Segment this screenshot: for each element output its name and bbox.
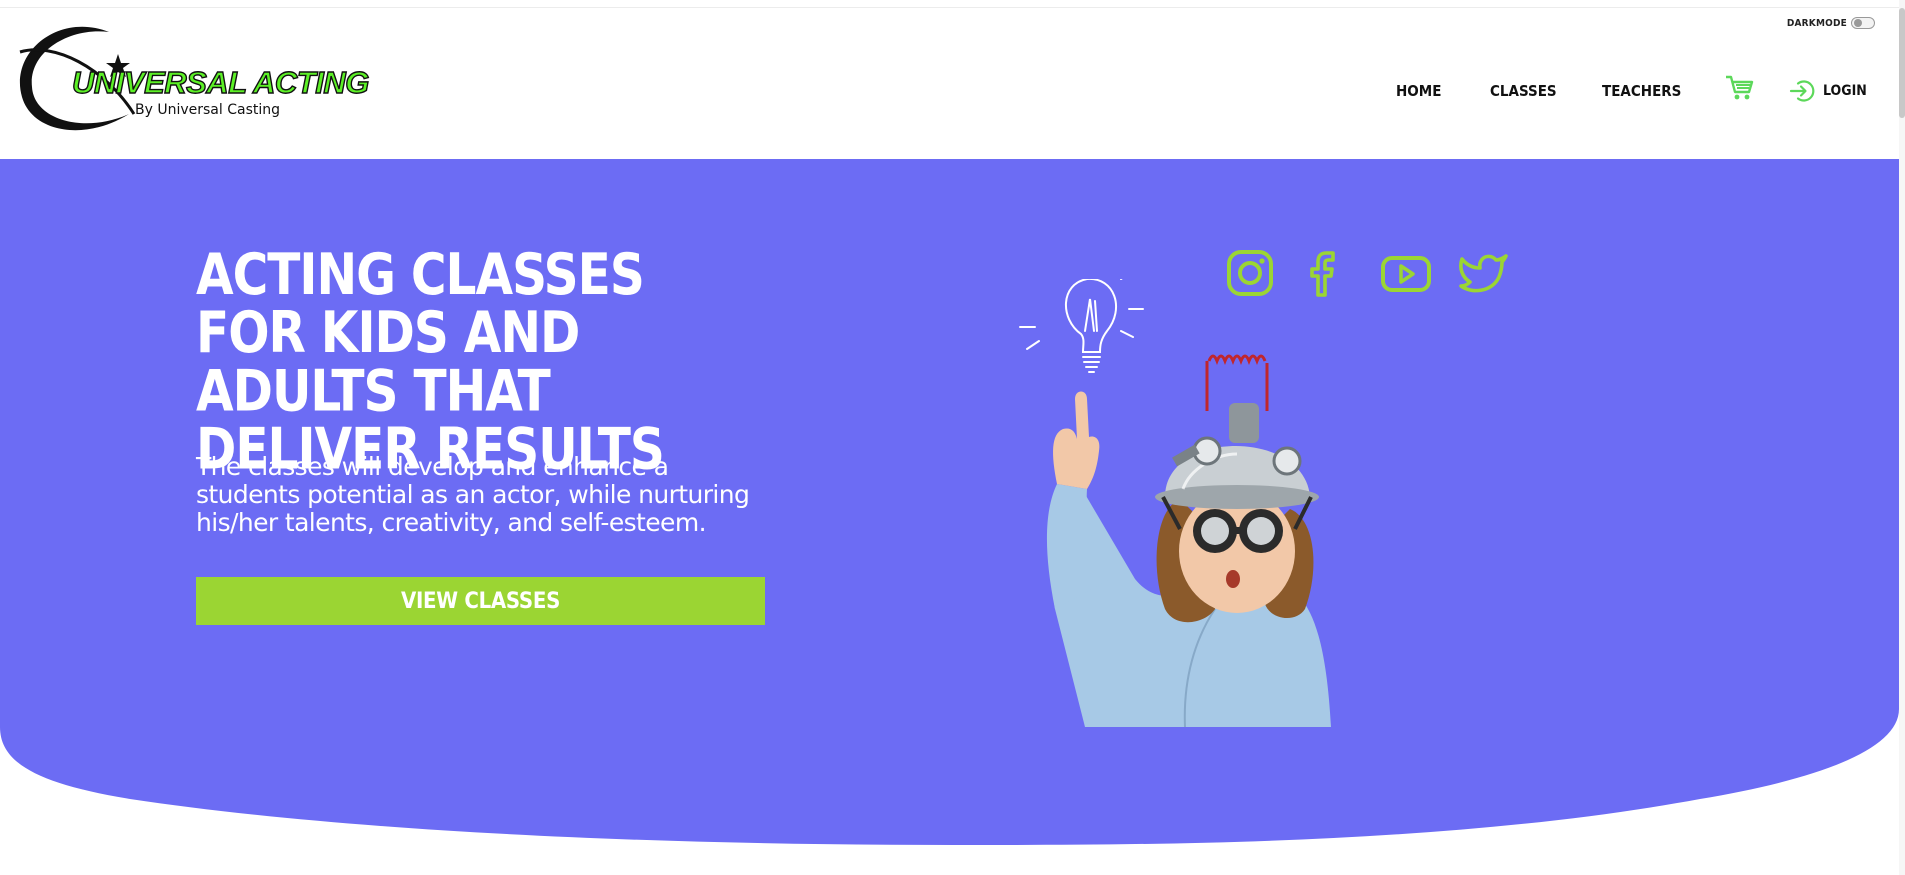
twitter-icon[interactable] <box>1458 249 1510 297</box>
scrollbar[interactable] <box>1899 0 1905 875</box>
darkmode-label: DARKMODE <box>1786 17 1847 29</box>
hero-title: ACTING CLASSES FOR KIDS AND ADULTS THAT … <box>196 240 665 483</box>
shopping-cart-icon[interactable] <box>1725 74 1755 107</box>
hero-section: ACTING CLASSES FOR KIDS AND ADULTS THAT … <box>0 159 1899 845</box>
nav-classes[interactable]: CLASSES <box>1490 82 1557 100</box>
darkmode-toggle[interactable] <box>1851 17 1875 29</box>
main-nav: HOME CLASSES TEACHERS <box>0 82 1899 104</box>
view-classes-button[interactable]: VIEW CLASSES <box>196 577 765 625</box>
darkmode-toggle-group: DARKMODE <box>1787 17 1875 29</box>
logo-tagline: By Universal Casting <box>135 102 281 118</box>
nav-teachers[interactable]: TEACHERS <box>1602 82 1681 100</box>
nav-home[interactable]: HOME <box>1396 82 1441 100</box>
login-link[interactable]: LOGIN <box>1789 78 1867 104</box>
hero-description: The classes will develop and enhance a s… <box>196 452 750 537</box>
login-arrow-icon <box>1789 80 1815 102</box>
login-label: LOGIN <box>1823 83 1867 99</box>
toggle-knob <box>1854 19 1862 27</box>
child-inventor-illustration <box>1019 279 1331 727</box>
site-header: UNIVERSAL ACTING By Universal Casting DA… <box>0 8 1899 159</box>
scrollbar-thumb[interactable] <box>1899 8 1905 118</box>
